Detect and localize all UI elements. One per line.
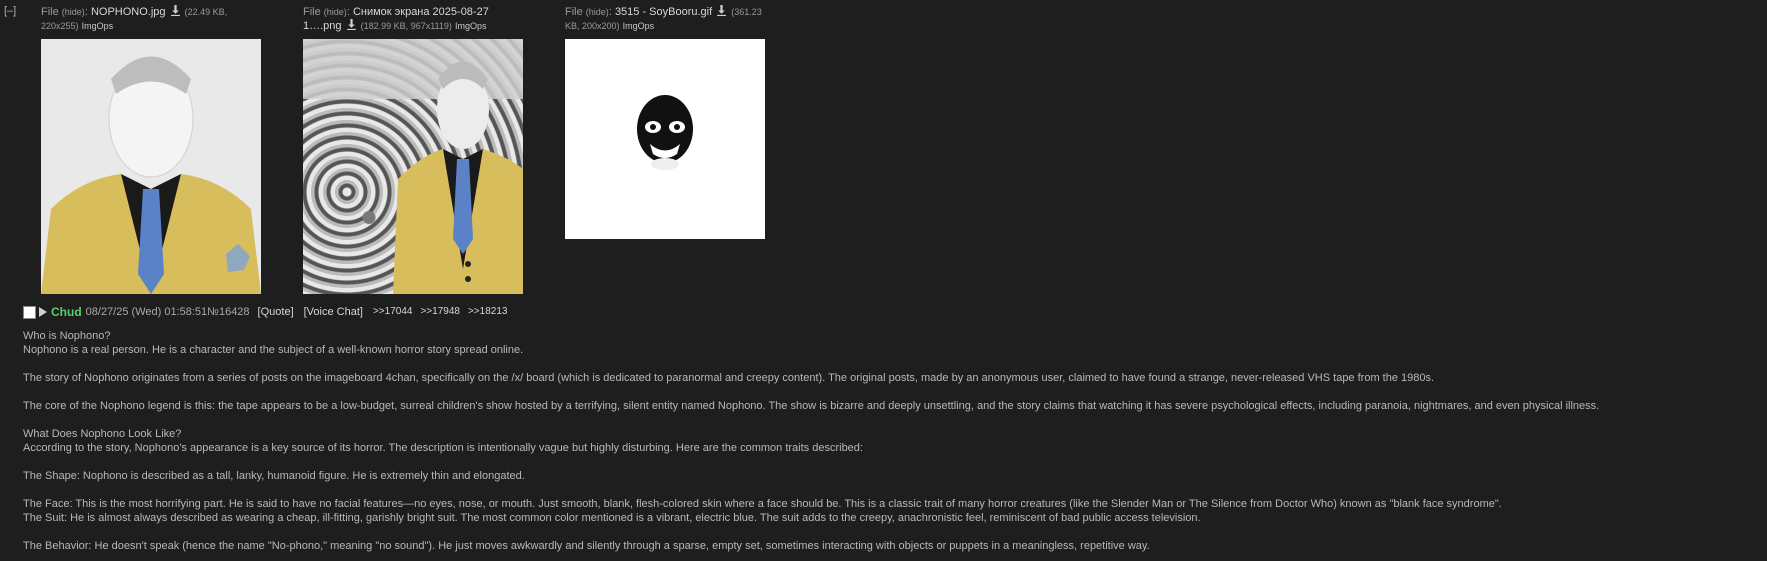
thread-page: [–] File (hide): NOPHONO.jpg (22.49 KB, … (0, 0, 1767, 561)
face-illustration (565, 39, 765, 239)
figure-illustration (303, 39, 523, 294)
file-meta: 220x255) (41, 21, 79, 31)
imgops-link[interactable]: ImgOps (623, 21, 655, 31)
file-name-link[interactable]: Снимок экрана 2025-08-27 (353, 6, 489, 18)
file-meta: (182.99 KB, 967x1119) (360, 21, 452, 31)
file-info-2: File (hide): Снимок экрана 2025-08-27 1…… (303, 6, 489, 32)
imgops-link[interactable]: ImgOps (82, 21, 114, 31)
poster-name: Chud (51, 305, 82, 319)
body-line: The Face: This is the most horrifying pa… (23, 498, 1502, 510)
post-header: Chud 08/27/25 (Wed) 01:58:51 №16428 [Quo… (23, 305, 515, 319)
quote-link[interactable]: [Quote] (258, 305, 294, 319)
hide-link[interactable]: (hide) (324, 7, 347, 17)
collapse-toggle[interactable]: [–] (4, 5, 16, 17)
expand-arrow-icon[interactable] (39, 307, 47, 317)
file-meta: (361.23 (731, 7, 762, 17)
download-icon[interactable] (346, 19, 357, 30)
body-line: What Does Nophono Look Like? (23, 428, 182, 440)
file-label: File (41, 6, 59, 18)
body-line: The Shape: Nophono is described as a tal… (23, 470, 525, 482)
body-line: The story of Nophono originates from a s… (23, 372, 1435, 384)
file-name-link[interactable]: 1….png (303, 20, 342, 32)
file-info-3: File (hide): 3515 - SoyBooru.gif (361.23… (565, 5, 762, 31)
file-label: File (303, 6, 321, 18)
file-name-link[interactable]: 3515 - SoyBooru.gif (615, 6, 712, 18)
download-icon[interactable] (716, 5, 727, 16)
body-line: The Suit: He is almost always described … (23, 512, 1201, 524)
body-line: The core of the Nophono legend is this: … (23, 400, 1600, 412)
body-line: According to the story, Nophono's appear… (23, 442, 863, 454)
file-label: File (565, 6, 583, 18)
file-info-1: File (hide): NOPHONO.jpg (22.49 KB, 220x… (41, 5, 228, 31)
post-checkbox[interactable] (23, 305, 36, 319)
thumbnail-image-3[interactable] (565, 39, 765, 239)
reply-backlink[interactable]: >>18213 (468, 305, 508, 319)
file-meta: (22.49 KB, (184, 7, 228, 17)
body-line: The Behavior: He doesn't speak (hence th… (23, 540, 1150, 552)
body-line: Nophono is a real person. He is a charac… (23, 344, 524, 356)
body-line: Who is Nophono? (23, 330, 111, 342)
imgops-link[interactable]: ImgOps (455, 21, 487, 31)
thumbnail-image-2[interactable] (303, 39, 523, 294)
hide-link[interactable]: (hide) (586, 7, 609, 17)
file-meta: KB, 200x200) (565, 21, 620, 31)
post-date: 08/27/25 (Wed) 01:58:51 (85, 306, 208, 318)
download-icon[interactable] (170, 5, 181, 16)
post-body: Who is Nophono? Nophono is a real person… (23, 329, 1763, 553)
figure-illustration (41, 39, 261, 294)
voice-chat-link[interactable]: [Voice Chat] (304, 305, 363, 319)
file-name-link[interactable]: NOPHONO.jpg (91, 6, 166, 18)
reply-backlink[interactable]: >>17948 (420, 305, 460, 319)
reply-backlink[interactable]: >>17044 (373, 305, 413, 319)
hide-link[interactable]: (hide) (62, 7, 85, 17)
post-number-link[interactable]: №16428 (207, 305, 249, 319)
thumbnail-image-1[interactable] (41, 39, 261, 294)
